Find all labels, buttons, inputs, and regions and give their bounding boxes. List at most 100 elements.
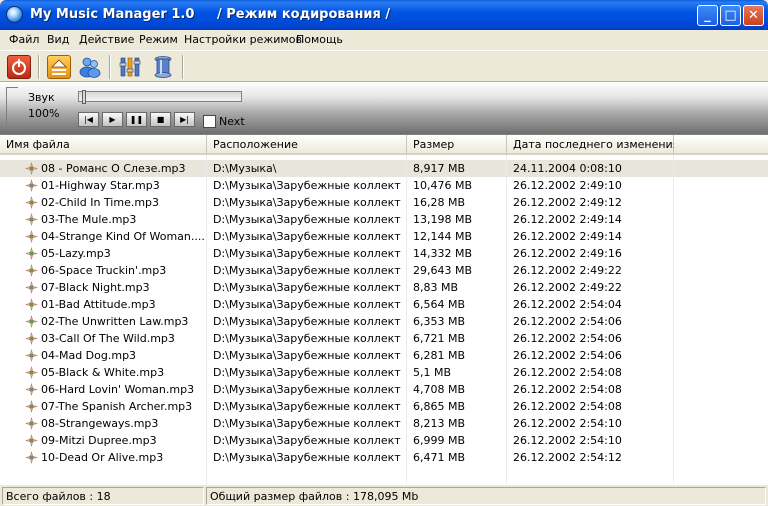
table-row[interactable]: 05-Lazy.mp3 D:\Музыка\Зарубежные коллект.…	[0, 245, 768, 262]
table-row[interactable]: 06-Space Truckin'.mp3 D:\Музыка\Зарубежны…	[0, 262, 768, 279]
file-date-cell: 26.12.2002 2:54:06	[513, 315, 622, 328]
play-button[interactable]: ▶	[102, 112, 123, 127]
menu-file[interactable]: Файл	[9, 33, 39, 46]
stop-button[interactable]: ■	[150, 112, 171, 127]
file-location-cell: D:\Музыка\Зарубежные коллект...	[213, 366, 401, 379]
file-location-cell: D:\Музыка\Зарубежные коллект...	[213, 247, 401, 260]
toolbar-separator	[109, 55, 111, 79]
minimize-button[interactable]: _	[697, 5, 718, 26]
mp3-file-icon	[25, 264, 38, 277]
file-size-cell: 8,83 MB	[413, 281, 459, 294]
file-size-cell: 10,476 MB	[413, 179, 473, 192]
mp3-file-icon	[25, 162, 38, 175]
file-size-cell: 6,281 MB	[413, 349, 466, 362]
settings-button[interactable]	[118, 55, 142, 79]
table-row[interactable]: 03-The Mule.mp3 D:\Музыка\Зарубежные колл…	[0, 211, 768, 228]
table-row[interactable]: 03-Call Of The Wild.mp3 D:\Музыка\Зарубеж…	[0, 330, 768, 347]
window-title: My Music Manager 1.0 / Режим кодирования…	[30, 7, 391, 22]
previous-button[interactable]: |◀	[78, 112, 99, 127]
power-button[interactable]	[7, 55, 31, 79]
status-bar: Всего файлов : 18 Общий размер файлов : …	[0, 484, 768, 506]
file-size-cell: 6,721 MB	[413, 332, 466, 345]
file-date-cell: 26.12.2002 2:49:14	[513, 230, 622, 243]
pause-button[interactable]: ❚❚	[126, 112, 147, 127]
table-row[interactable]: 04-Mad Dog.mp3 D:\Музыка\Зарубежные колле…	[0, 347, 768, 364]
toolbar-separator	[182, 55, 184, 79]
next-button[interactable]: ▶|	[174, 112, 195, 127]
mp3-file-icon	[25, 230, 38, 243]
file-date-cell: 26.12.2002 2:54:06	[513, 349, 622, 362]
file-date-cell: 26.12.2002 2:49:12	[513, 196, 622, 209]
file-size-cell: 5,1 MB	[413, 366, 452, 379]
table-row[interactable]: 09-Mitzi Dupree.mp3 D:\Музыка\Зарубежные …	[0, 432, 768, 449]
play-icon: ▶	[109, 115, 116, 124]
seek-thumb[interactable]	[82, 90, 86, 104]
table-row[interactable]: 10-Dead Or Alive.mp3 D:\Музыка\Зарубежные…	[0, 449, 768, 466]
table-row[interactable]: 02-The Unwritten Law.mp3 D:\Музыка\Зарубе…	[0, 313, 768, 330]
file-name-cell: 03-The Mule.mp3	[41, 213, 137, 226]
column-header-name[interactable]: Имя файла	[0, 135, 207, 155]
mp3-file-icon	[25, 196, 38, 209]
mp3-file-icon	[25, 400, 38, 413]
menu-help[interactable]: Помощь	[296, 33, 343, 46]
close-button[interactable]: ✕	[743, 5, 764, 26]
seek-slider[interactable]	[78, 91, 242, 102]
menu-action[interactable]: Действие	[79, 33, 134, 46]
table-row[interactable]: 08-Strangeways.mp3 D:\Музыка\Зарубежные к…	[0, 415, 768, 432]
maximize-button[interactable]: □	[720, 5, 741, 26]
volume-value[interactable]: 100%	[28, 107, 59, 120]
file-location-cell: D:\Музыка\Зарубежные коллект...	[213, 315, 401, 328]
file-name-cell: 08-Strangeways.mp3	[41, 417, 159, 430]
power-icon	[12, 59, 26, 75]
file-size-cell: 16,28 MB	[413, 196, 466, 209]
file-location-cell: D:\Музыка\Зарубежные коллект...	[213, 264, 401, 277]
file-location-cell: D:\Музыка\Зарубежные коллект...	[213, 434, 401, 447]
table-row[interactable]: 07-The Spanish Archer.mp3 D:\Музыка\Заруб…	[0, 398, 768, 415]
file-date-cell: 26.12.2002 2:54:08	[513, 366, 622, 379]
mp3-file-icon	[25, 315, 38, 328]
mp3-file-icon	[25, 179, 38, 192]
next-checkbox-label[interactable]: Next	[219, 115, 245, 128]
column-header-location[interactable]: Расположение	[207, 135, 407, 155]
file-name-cell: 08 - Романс О Слезе.mp3	[41, 162, 186, 175]
table-row[interactable]: 04-Strange Kind Of Woman.... D:\Музыка\За…	[0, 228, 768, 245]
table-row[interactable]: 07-Black Night.mp3 D:\Музыка\Зарубежные к…	[0, 279, 768, 296]
file-location-cell: D:\Музыка\Зарубежные коллект...	[213, 179, 401, 192]
app-icon[interactable]	[6, 6, 23, 23]
eject-button[interactable]	[47, 55, 71, 79]
table-row[interactable]: 06-Hard Lovin' Woman.mp3 D:\Музыка\Зарубе…	[0, 381, 768, 398]
menu-mode[interactable]: Режим	[139, 33, 178, 46]
file-size-cell: 6,865 MB	[413, 400, 466, 413]
file-size-cell: 14,332 MB	[413, 247, 473, 260]
table-row[interactable]: 05-Black & White.mp3 D:\Музыка\Зарубежные…	[0, 364, 768, 381]
column-divider	[506, 155, 507, 485]
table-row[interactable]: 02-Child In Time.mp3 D:\Музыка\Зарубежные…	[0, 194, 768, 211]
next-checkbox[interactable]	[203, 115, 216, 128]
file-name-cell: 05-Lazy.mp3	[41, 247, 111, 260]
column-header-size[interactable]: Размер	[407, 135, 507, 155]
eject-icon	[51, 59, 67, 75]
pause-icon: ❚❚	[129, 115, 144, 124]
menu-view[interactable]: Вид	[47, 33, 69, 46]
title-bar[interactable]: My Music Manager 1.0 / Режим кодирования…	[0, 0, 768, 30]
column-header-date[interactable]: Дата последнего изменения	[507, 135, 679, 155]
mp3-file-icon	[25, 366, 38, 379]
menu-mode-settings[interactable]: Настройки режимов	[184, 33, 302, 46]
file-size-cell: 6,471 MB	[413, 451, 466, 464]
file-location-cell: D:\Музыка\Зарубежные коллект...	[213, 349, 401, 362]
file-name-cell: 02-Child In Time.mp3	[41, 196, 160, 209]
table-row[interactable]: 01-Bad Attitude.mp3 D:\Музыка\Зарубежные …	[0, 296, 768, 313]
spool-button[interactable]	[151, 55, 175, 79]
file-location-cell: D:\Музыка\	[213, 162, 277, 175]
column-divider	[673, 155, 674, 485]
file-name-cell: 07-The Spanish Archer.mp3	[41, 400, 193, 413]
mp3-file-icon	[25, 298, 38, 311]
file-list[interactable]: Имя файла Расположение Размер Дата после…	[0, 134, 768, 485]
table-row[interactable]: 08 - Романс О Слезе.mp3 D:\Музыка\ 8,917 M…	[0, 160, 768, 177]
table-row[interactable]: 01-Highway Star.mp3 D:\Музыка\Зарубежные …	[0, 177, 768, 194]
file-name-cell: 10-Dead Or Alive.mp3	[41, 451, 164, 464]
file-date-cell: 26.12.2002 2:54:08	[513, 400, 622, 413]
file-size-cell: 8,917 MB	[413, 162, 466, 175]
panel-grip	[6, 87, 18, 129]
users-button[interactable]	[78, 55, 102, 79]
